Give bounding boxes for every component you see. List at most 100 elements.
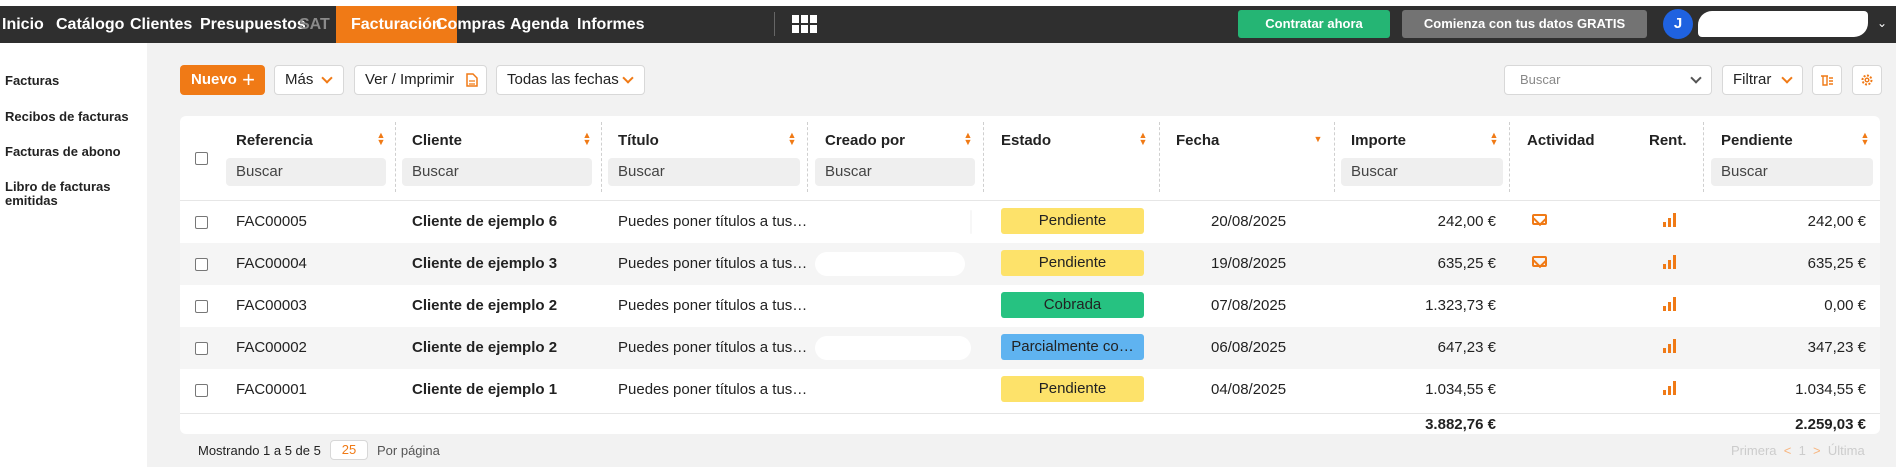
- nav-inicio[interactable]: Inicio: [2, 6, 44, 43]
- search-cliente-input[interactable]: Buscar: [402, 158, 592, 186]
- pager-first[interactable]: Primera: [1731, 443, 1777, 458]
- chevron-down-icon[interactable]: ⌄: [1877, 16, 1887, 30]
- row-checkbox[interactable]: [195, 258, 208, 271]
- cell-fecha: 06/08/2025: [1211, 339, 1287, 356]
- cell-importe: 242,00 €: [1437, 213, 1496, 230]
- chevron-down-icon: [622, 72, 634, 84]
- cell-titulo: Puedes poner títulos a tus…: [618, 381, 808, 398]
- user-avatar[interactable]: J: [1663, 9, 1693, 39]
- print-label: Ver / Imprimir: [365, 71, 455, 88]
- sort-icon[interactable]: ▲ ▼: [376, 131, 386, 147]
- profitability-chart-icon[interactable]: [1663, 339, 1677, 353]
- nav-presupuestos[interactable]: Presupuestos: [200, 6, 306, 43]
- profitability-chart-icon[interactable]: [1663, 213, 1677, 227]
- col-header-actividad[interactable]: Actividad: [1527, 132, 1595, 149]
- creator-redacted: [815, 252, 965, 276]
- col-header-creado-por[interactable]: Creado por: [825, 132, 905, 149]
- table-row[interactable]: FAC00002 Cliente de ejemplo 2 Puedes poner…: [180, 327, 1880, 369]
- search-creado-input[interactable]: Buscar: [815, 158, 975, 186]
- search-referencia-input[interactable]: Buscar: [226, 158, 386, 186]
- date-range-dropdown[interactable]: Todas las fechas: [496, 65, 645, 95]
- nav-divider: [774, 12, 775, 36]
- search-titulo-input[interactable]: Buscar: [608, 158, 800, 186]
- per-page-select[interactable]: 25: [330, 440, 368, 460]
- nav-clientes[interactable]: Clientes: [130, 6, 192, 43]
- sort-icon[interactable]: ▲ ▼: [1489, 131, 1499, 147]
- column-config-button[interactable]: [1812, 65, 1842, 95]
- cell-pendiente: 1.034,55 €: [1795, 381, 1866, 398]
- cell-fecha: 19/08/2025: [1211, 255, 1287, 272]
- row-checkbox[interactable]: [195, 342, 208, 355]
- search-importe-input[interactable]: Buscar: [1341, 158, 1503, 186]
- col-header-importe[interactable]: Importe: [1351, 132, 1406, 149]
- sidebar-item-recibos[interactable]: Recibos de facturas: [5, 110, 140, 124]
- cell-fecha: 20/08/2025: [1211, 213, 1287, 230]
- contract-now-button[interactable]: Contratar ahora: [1238, 10, 1390, 38]
- print-button[interactable]: Ver / Imprimir: [354, 65, 487, 95]
- col-header-fecha[interactable]: Fecha: [1176, 132, 1219, 149]
- nav-catalogo[interactable]: Catálogo: [56, 6, 124, 43]
- start-free-button[interactable]: Comienza con tus datos GRATIS: [1402, 10, 1647, 38]
- select-all-checkbox[interactable]: [195, 152, 208, 165]
- col-header-cliente[interactable]: Cliente: [412, 132, 462, 149]
- document-icon: [466, 73, 478, 87]
- creator-redacted: [815, 336, 971, 360]
- status-badge: Pendiente: [1001, 250, 1144, 276]
- profitability-chart-icon[interactable]: [1663, 381, 1677, 395]
- nav-informes[interactable]: Informes: [577, 6, 645, 43]
- profitability-chart-icon[interactable]: [1663, 255, 1677, 269]
- cell-cliente: Cliente de ejemplo 2: [412, 297, 558, 314]
- row-checkbox[interactable]: [195, 384, 208, 397]
- nav-agenda[interactable]: Agenda: [510, 6, 569, 43]
- cell-importe: 1.034,55 €: [1425, 381, 1496, 398]
- pager-next[interactable]: >: [1813, 443, 1821, 458]
- sort-icon[interactable]: ▲ ▼: [582, 131, 592, 147]
- table-row[interactable]: FAC00004 Cliente de ejemplo 3 Puedes poner…: [180, 243, 1880, 285]
- sort-icon[interactable]: ▲ ▼: [787, 131, 797, 147]
- cell-referencia: FAC00001: [236, 381, 307, 398]
- filter-dropdown[interactable]: Filtrar: [1722, 65, 1803, 95]
- col-header-estado[interactable]: Estado: [1001, 132, 1051, 149]
- search-dropdown[interactable]: Buscar: [1504, 65, 1712, 95]
- nav-compras[interactable]: Compras: [436, 6, 505, 43]
- row-checkbox[interactable]: [195, 300, 208, 313]
- settings-button[interactable]: [1852, 65, 1882, 95]
- sort-desc-icon[interactable]: ▼: [1313, 135, 1323, 144]
- column-divider: [983, 122, 984, 192]
- pager-last[interactable]: Última: [1828, 443, 1865, 458]
- col-header-titulo[interactable]: Título: [618, 132, 659, 149]
- pager-current-page[interactable]: 1: [1799, 443, 1806, 458]
- sort-icon[interactable]: ▲ ▼: [1138, 131, 1148, 147]
- table-row[interactable]: FAC00003 Cliente de ejemplo 2 Puedes poner…: [180, 285, 1880, 327]
- envelope-icon[interactable]: [1532, 214, 1547, 225]
- date-range-label: Todas las fechas: [507, 71, 619, 88]
- sort-icon[interactable]: ▲ ▼: [1860, 131, 1870, 147]
- envelope-icon[interactable]: [1532, 256, 1547, 267]
- sidebar: Facturas Recibos de facturas Facturas de…: [0, 43, 147, 467]
- new-button[interactable]: Nuevo +: [180, 65, 265, 95]
- sort-icon[interactable]: ▲ ▼: [963, 131, 973, 147]
- table-row[interactable]: FAC00005 Cliente de ejemplo 6 Puedes poner…: [180, 201, 1880, 243]
- more-dropdown[interactable]: Más: [274, 65, 344, 95]
- pager-prev[interactable]: <: [1784, 443, 1792, 458]
- user-name-redacted[interactable]: [1698, 11, 1868, 37]
- cell-fecha: 04/08/2025: [1211, 381, 1287, 398]
- column-divider: [1509, 122, 1510, 192]
- table-row[interactable]: FAC00001 Cliente de ejemplo 1 Puedes poner…: [180, 369, 1880, 411]
- sidebar-item-abono[interactable]: Facturas de abono: [5, 145, 140, 159]
- cell-pendiente: 347,23 €: [1807, 339, 1866, 356]
- more-label: Más: [285, 71, 314, 88]
- col-header-referencia[interactable]: Referencia: [236, 132, 313, 149]
- nav-sat[interactable]: SAT: [299, 6, 330, 43]
- profitability-chart-icon[interactable]: [1663, 297, 1677, 311]
- row-checkbox[interactable]: [195, 216, 208, 229]
- apps-grid-icon[interactable]: [792, 15, 818, 33]
- cell-titulo: Puedes poner títulos a tus…: [618, 213, 808, 230]
- cell-referencia: FAC00005: [236, 213, 307, 230]
- sidebar-item-libro[interactable]: Libro de facturas emitidas: [5, 180, 140, 208]
- pagination: Primera < 1 > Última: [1731, 443, 1865, 458]
- col-header-rent[interactable]: Rent.: [1649, 132, 1687, 149]
- col-header-pendiente[interactable]: Pendiente: [1721, 132, 1793, 149]
- search-pendiente-input[interactable]: Buscar: [1711, 158, 1873, 186]
- sidebar-item-facturas[interactable]: Facturas: [5, 74, 140, 88]
